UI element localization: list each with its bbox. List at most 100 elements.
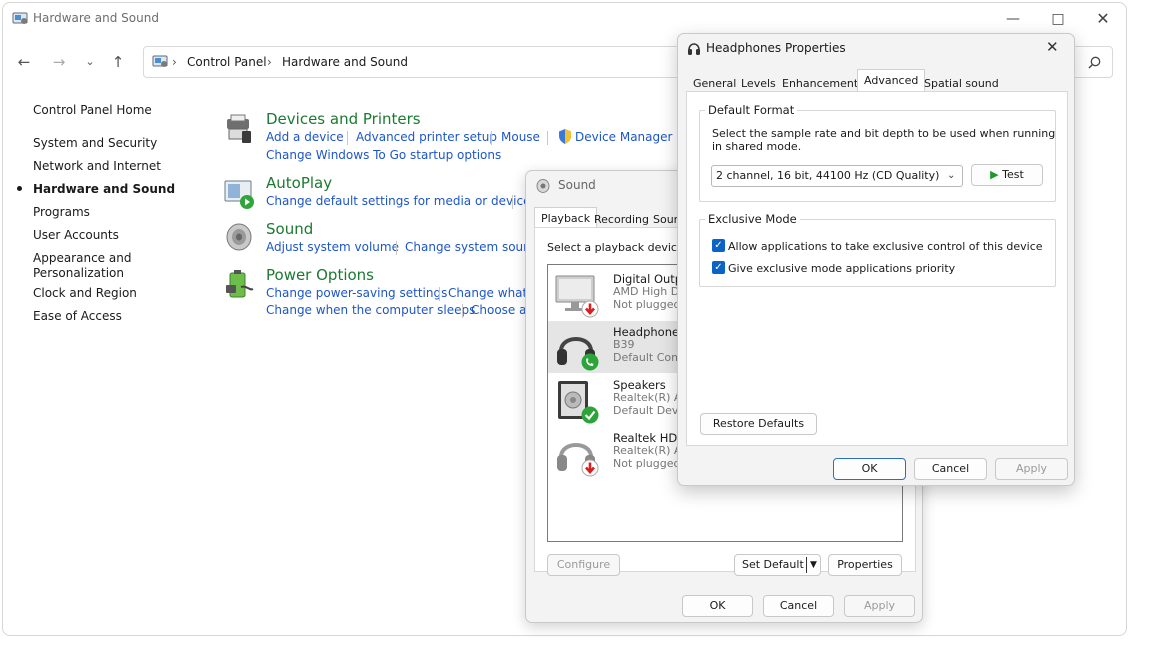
- active-indicator-icon: [17, 186, 22, 191]
- speaker-icon: [536, 179, 550, 193]
- sidebar-item-system-and-security[interactable]: System and Security: [33, 136, 157, 151]
- autoplay-title[interactable]: AutoPlay: [266, 174, 332, 192]
- link-separator: [347, 131, 348, 145]
- apply-button[interactable]: Apply: [995, 458, 1068, 480]
- default-format-group: [699, 110, 1056, 202]
- up-arrow-icon[interactable]: ↑: [107, 51, 129, 73]
- format-select[interactable]: 2 channel, 16 bit, 44100 Hz (CD Quality)…: [711, 165, 963, 187]
- devices-and-printers-icon: [227, 114, 251, 143]
- title-bar: Hardware and Sound — □ ✕: [3, 3, 1126, 35]
- sidebar-item-network-and-internet[interactable]: Network and Internet: [33, 159, 161, 174]
- tab-panel: Default Format Select the sample rate an…: [686, 91, 1068, 446]
- sidebar-item-ease-of-access[interactable]: Ease of Access: [33, 309, 122, 324]
- advanced-printer-setup-link[interactable]: Advanced printer setup: [356, 130, 497, 144]
- sidebar-item-control-panel-home[interactable]: Control Panel Home: [33, 103, 152, 118]
- search-box[interactable]: [1073, 46, 1113, 78]
- devices-and-printers-title[interactable]: Devices and Printers: [266, 110, 421, 128]
- down-arrow-red-icon: [581, 459, 599, 477]
- mouse-link[interactable]: Mouse: [501, 130, 540, 144]
- device-status: Not plugged: [613, 298, 681, 311]
- allow-exclusive-checkbox[interactable]: ✓: [712, 239, 725, 252]
- properties-button[interactable]: Properties: [828, 554, 902, 576]
- link-separator: [547, 131, 548, 145]
- change-system-sounds-link[interactable]: Change system sounds: [405, 240, 545, 254]
- play-icon: ▶: [990, 168, 999, 181]
- sidebar-item-hardware-and-sound[interactable]: Hardware and Sound: [33, 182, 175, 197]
- link-separator: [462, 304, 463, 318]
- change-when-computer-sleeps-link[interactable]: Change when the computer sleeps: [266, 303, 475, 317]
- phone-green-icon: [581, 353, 599, 371]
- window-title: Hardware and Sound: [33, 11, 159, 25]
- change-what-power-buttons-link[interactable]: Change what t: [448, 286, 536, 300]
- shield-icon: [559, 129, 571, 144]
- headphones-icon: [688, 43, 700, 55]
- link-separator: [512, 195, 513, 209]
- adjust-system-volume-link[interactable]: Adjust system volume: [266, 240, 399, 254]
- tab-advanced[interactable]: Advanced: [857, 69, 926, 92]
- split-divider: [806, 557, 807, 573]
- close-button[interactable]: ✕: [1088, 9, 1118, 29]
- exclusive-mode-group: [699, 219, 1056, 287]
- dialog-title: Sound: [558, 178, 596, 192]
- breadcrumb-chevron-icon: ›: [267, 55, 272, 69]
- exclusive-mode-label: Exclusive Mode: [705, 212, 800, 226]
- format-description: Select the sample rate and bit depth to …: [712, 127, 1056, 140]
- address-bar[interactable]: › Control Panel › Hardware and Sound: [143, 46, 683, 78]
- set-default-label: Set Default: [742, 558, 804, 571]
- sidebar-item-programs[interactable]: Programs: [33, 205, 90, 220]
- format-select-value: 2 channel, 16 bit, 44100 Hz (CD Quality): [716, 169, 940, 182]
- forward-arrow-icon[interactable]: →: [48, 51, 70, 73]
- ok-button[interactable]: OK: [833, 458, 906, 480]
- control-panel-icon: [12, 12, 28, 24]
- check-green-icon: [581, 406, 599, 424]
- device-description: AMD High D: [613, 285, 680, 298]
- change-power-saving-link[interactable]: Change power-saving settings: [266, 286, 447, 300]
- device-name: Headphones: [613, 325, 686, 339]
- add-a-device-link[interactable]: Add a device: [266, 130, 344, 144]
- close-icon[interactable]: ✕: [1046, 38, 1059, 56]
- back-arrow-icon[interactable]: ←: [13, 51, 35, 73]
- change-windows-to-go-link[interactable]: Change Windows To Go startup options: [266, 148, 501, 162]
- chevron-down-icon[interactable]: ▼: [810, 555, 817, 575]
- apply-button[interactable]: Apply: [844, 595, 915, 617]
- ok-button[interactable]: OK: [682, 595, 753, 617]
- maximize-button[interactable]: □: [1043, 9, 1073, 29]
- test-label: Test: [1002, 168, 1024, 181]
- allow-exclusive-label[interactable]: Allow applications to take exclusive con…: [728, 240, 1043, 253]
- breadcrumb-chevron-icon: ›: [172, 55, 177, 69]
- control-panel-icon: [152, 55, 168, 67]
- set-default-button[interactable]: Set Default ▼: [734, 554, 821, 576]
- sidebar-item-clock-and-region[interactable]: Clock and Region: [33, 286, 137, 301]
- link-separator: [439, 287, 440, 301]
- device-name: Speakers: [613, 378, 666, 392]
- breadcrumb-hardware-and-sound[interactable]: Hardware and Sound: [282, 55, 408, 69]
- breadcrumb-control-panel[interactable]: Control Panel: [187, 55, 267, 69]
- instruction-text: Select a playback device b: [547, 241, 695, 254]
- format-description: in shared mode.: [712, 140, 802, 153]
- autoplay-icon: [224, 180, 254, 209]
- test-button[interactable]: ▶ Test: [971, 164, 1043, 186]
- default-format-label: Default Format: [705, 103, 798, 117]
- search-icon: [1088, 56, 1101, 69]
- sound-title[interactable]: Sound: [266, 220, 313, 238]
- dialog-title: Headphones Properties: [706, 41, 846, 55]
- link-separator: [491, 131, 492, 145]
- sidebar-item-user-accounts[interactable]: User Accounts: [33, 228, 119, 243]
- configure-button[interactable]: Configure: [547, 554, 620, 576]
- recent-chevron-icon[interactable]: ⌄: [79, 51, 101, 73]
- device-description: B39: [613, 338, 635, 351]
- power-options-title[interactable]: Power Options: [266, 266, 374, 284]
- device-status: Default Com: [613, 351, 682, 364]
- device-manager-link[interactable]: Device Manager: [575, 130, 672, 144]
- give-priority-checkbox[interactable]: ✓: [712, 261, 725, 274]
- change-default-settings-link[interactable]: Change default settings for media or dev…: [266, 194, 537, 208]
- speaker-icon: [226, 223, 252, 251]
- minimize-button[interactable]: —: [998, 9, 1028, 29]
- device-name: Digital Outp: [613, 272, 683, 286]
- sidebar-item-appearance-and-personalization[interactable]: Appearance and Personalization: [33, 251, 143, 281]
- restore-defaults-button[interactable]: Restore Defaults: [700, 413, 817, 435]
- cancel-button[interactable]: Cancel: [914, 458, 987, 480]
- cancel-button[interactable]: Cancel: [763, 595, 834, 617]
- give-priority-label[interactable]: Give exclusive mode applications priorit…: [728, 262, 955, 275]
- down-arrow-red-icon: [581, 300, 599, 318]
